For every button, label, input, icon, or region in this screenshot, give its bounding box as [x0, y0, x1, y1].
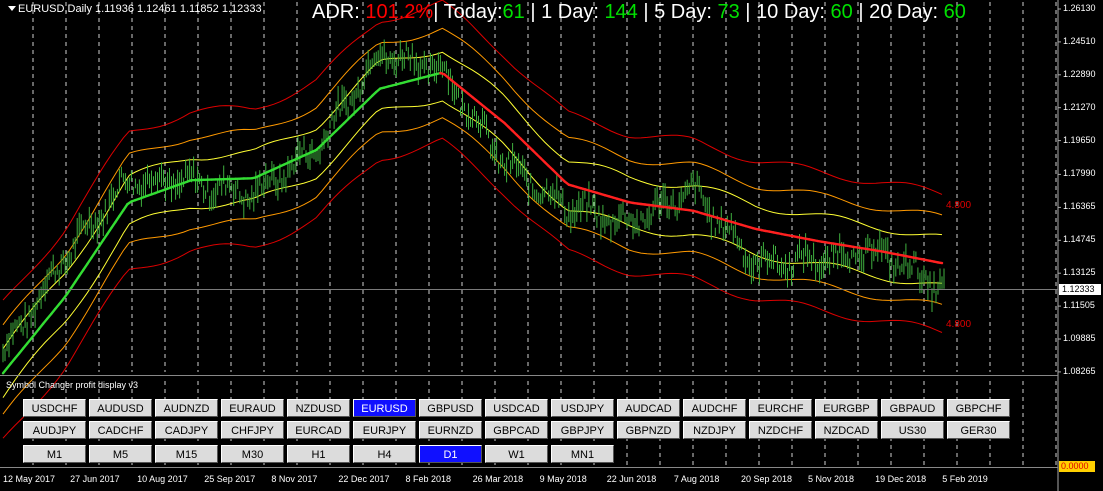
- price-tick-label: 1.19650: [1063, 134, 1096, 145]
- time-tick-label: 25 Sep 2017: [204, 474, 256, 484]
- symbol-button-usdcad[interactable]: USDCAD: [485, 399, 548, 417]
- time-tick-label: 5 Nov 2018: [808, 474, 855, 484]
- symbol-button-ger30[interactable]: GER30: [947, 421, 1010, 439]
- symbol-button-gbpusd[interactable]: GBPUSD: [419, 399, 482, 417]
- symbol-button-usdjpy[interactable]: USDJPY: [551, 399, 614, 417]
- symbol-button-eurnzd[interactable]: EURNZD: [419, 421, 482, 439]
- symbol-button-gbpnzd[interactable]: GBPNZD: [617, 421, 680, 439]
- timeframe-button-w1[interactable]: W1: [485, 445, 548, 463]
- day1-value: 144: [604, 1, 638, 23]
- envelope-band-line: [2, 117, 943, 415]
- envelope-band-line: [2, 100, 943, 398]
- symbol-button-nzdchf[interactable]: NZDCHF: [749, 421, 812, 439]
- symbol-button-euraud[interactable]: EURAUD: [221, 399, 284, 417]
- symbol-button-audusd[interactable]: AUDUSD: [89, 399, 152, 417]
- timeframe-button-h4[interactable]: H4: [353, 445, 416, 463]
- day20-value: 60: [943, 1, 966, 23]
- timeframe-button-m5[interactable]: M5: [89, 445, 152, 463]
- time-tick-label: 10 Aug 2017: [137, 474, 188, 484]
- timeframe-button-mn1[interactable]: MN1: [551, 445, 614, 463]
- price-tick-label: 1.13125: [1063, 267, 1096, 278]
- price-tick-label: 1.17990: [1063, 168, 1096, 179]
- day10-label: | 10 Day:: [739, 1, 831, 23]
- price-tick-label: 1.09885: [1063, 332, 1096, 343]
- price-tick-label: 1.14745: [1063, 234, 1096, 245]
- symbol-button-audchf[interactable]: AUDCHF: [683, 399, 746, 417]
- price-tick-label: 1.21270: [1063, 101, 1096, 112]
- symbol-button-gbpaud[interactable]: GBPAUD: [881, 399, 944, 417]
- time-tick-label: 26 Mar 2018: [472, 474, 524, 484]
- symbol-button-cadchf[interactable]: CADCHF: [89, 421, 152, 439]
- time-tick-label: 20 Sep 2018: [740, 474, 792, 484]
- symbol-info: EURUSD,Daily 1.11936 1.12461 1.11852 1.1…: [18, 3, 262, 15]
- time-tick-label: 19 Dec 2018: [875, 474, 927, 484]
- current-price-label: 1.12333: [1059, 284, 1101, 295]
- day10-value: 60: [830, 1, 853, 23]
- timeframe-button-m1[interactable]: M1: [23, 445, 86, 463]
- symbol-button-chfjpy[interactable]: CHFJPY: [221, 421, 284, 439]
- day1-label: | 1 Day:: [524, 1, 605, 23]
- time-tick-label: 8 Feb 2018: [405, 474, 452, 484]
- panel-bottom-separator: [0, 467, 1058, 468]
- symbol-button-eurjpy[interactable]: EURJPY: [353, 421, 416, 439]
- day5-label: | 5 Day:: [637, 1, 718, 23]
- indicator-value: 0.0000: [1059, 461, 1095, 472]
- symbol-button-nzdcad[interactable]: NZDCAD: [815, 421, 878, 439]
- symbol-button-nzdjpy[interactable]: NZDJPY: [683, 421, 746, 439]
- price-bars: [2, 39, 945, 363]
- day20-label: | 20 Day:: [852, 1, 944, 23]
- adr-label: ADR:: [312, 1, 366, 23]
- panel-separator[interactable]: [0, 375, 1058, 376]
- time-tick-label: 7 Aug 2018: [673, 474, 720, 484]
- lower-band-label: 4.800: [946, 319, 972, 330]
- symbol-button-cadjpy[interactable]: CADJPY: [155, 421, 218, 439]
- symbol-button-nzdusd[interactable]: NZDUSD: [287, 399, 350, 417]
- symbol-button-eurusd[interactable]: EURUSD: [353, 399, 416, 417]
- price-tick-label: 1.11505: [1063, 300, 1095, 311]
- price-tick-label: 1.08265: [1063, 365, 1096, 376]
- symbol-button-eurcad[interactable]: EURCAD: [287, 421, 350, 439]
- symbol-button-audcad[interactable]: AUDCAD: [617, 399, 680, 417]
- symbol-button-gbpjpy[interactable]: GBPJPY: [551, 421, 614, 439]
- timeframe-button-h1[interactable]: H1: [287, 445, 350, 463]
- timeframe-button-d1[interactable]: D1: [419, 445, 482, 463]
- symbol-button-us30[interactable]: US30: [881, 421, 944, 439]
- symbol-button-audnzd[interactable]: AUDNZD: [155, 399, 218, 417]
- symbol-button-eurgbp[interactable]: EURGBP: [815, 399, 878, 417]
- today-label: | Today:: [433, 1, 503, 23]
- timeframe-button-m30[interactable]: M30: [221, 445, 284, 463]
- price-tick-label: 1.16365: [1063, 201, 1096, 212]
- time-tick-label: 9 May 2018: [539, 474, 587, 484]
- moving-average-segment: [936, 261, 944, 265]
- symbol-button-gbpcad[interactable]: GBPCAD: [485, 421, 548, 439]
- time-tick-label: 12 May 2017: [3, 474, 56, 484]
- time-tick-label: 27 Jun 2017: [70, 474, 120, 484]
- current-price-line: [0, 289, 1058, 290]
- symbol-button-audjpy[interactable]: AUDJPY: [23, 421, 86, 439]
- price-tick-label: 1.22890: [1063, 68, 1096, 79]
- symbol-button-gbpchf[interactable]: GBPCHF: [947, 399, 1010, 417]
- indicator-name: Symbol Changer profit display v3: [6, 380, 139, 390]
- adr-display: ADR: 101.2%| Today:61 | 1 Day: 144 | 5 D…: [312, 1, 966, 24]
- day5-value: 73: [717, 1, 740, 23]
- adr-value: 101.2%: [365, 1, 434, 23]
- symbol-button-usdchf[interactable]: USDCHF: [23, 399, 86, 417]
- timeframe-button-m15[interactable]: M15: [155, 445, 218, 463]
- today-value: 61: [502, 1, 525, 23]
- time-tick-label: 5 Feb 2019: [942, 474, 988, 484]
- price-tick-label: 1.24510: [1063, 35, 1096, 46]
- upper-band-label: 4.800: [946, 200, 972, 211]
- time-tick-label: 8 Nov 2017: [271, 474, 318, 484]
- time-tick-label: 22 Dec 2017: [338, 474, 390, 484]
- time-tick-label: 22 Jun 2018: [606, 474, 657, 484]
- symbol-button-eurchf[interactable]: EURCHF: [749, 399, 812, 417]
- triangle-down-icon[interactable]: [8, 6, 16, 11]
- price-tick-label: 1.26130: [1063, 3, 1096, 13]
